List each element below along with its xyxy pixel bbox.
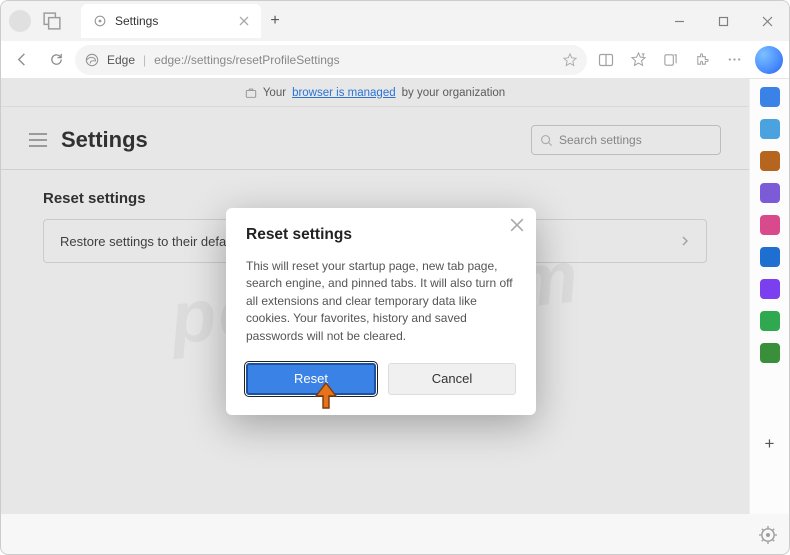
- managed-banner: Your browser is managed by your organiza…: [1, 79, 749, 107]
- tools-icon[interactable]: [760, 215, 780, 235]
- dialog-buttons: Reset Cancel: [246, 363, 516, 395]
- search-placeholder: Search settings: [559, 133, 642, 147]
- back-button[interactable]: [7, 45, 37, 75]
- reset-settings-dialog: Reset settings This will reset your star…: [226, 208, 536, 415]
- edge-icon: [85, 53, 99, 67]
- menu-button[interactable]: [719, 45, 749, 75]
- maximize-button[interactable]: [701, 1, 745, 41]
- search-settings-input[interactable]: Search settings: [531, 125, 721, 155]
- tab-actions-icon[interactable]: [43, 12, 61, 30]
- settings-header: Settings Search settings: [1, 107, 749, 169]
- chevron-right-icon: [680, 236, 690, 246]
- sidebar-add-button[interactable]: +: [765, 434, 775, 454]
- cancel-button[interactable]: Cancel: [388, 363, 516, 395]
- address-app-label: Edge: [107, 53, 135, 67]
- collections-icon[interactable]: [655, 45, 685, 75]
- drop-icon[interactable]: [760, 279, 780, 299]
- address-bar[interactable]: Edge | edge://settings/resetProfileSetti…: [75, 45, 587, 75]
- favorite-icon[interactable]: [563, 53, 577, 67]
- new-tab-button[interactable]: +: [261, 12, 289, 30]
- titlebar: Settings +: [1, 1, 789, 41]
- edge-sidebar: +: [749, 79, 789, 514]
- tab-title: Settings: [115, 14, 231, 28]
- address-path: edge://settings/resetProfileSettings: [154, 53, 555, 67]
- shopping-icon[interactable]: [760, 119, 780, 139]
- window-controls: [657, 1, 789, 41]
- search-icon[interactable]: [760, 87, 780, 107]
- close-icon[interactable]: [239, 16, 249, 26]
- managed-text-prefix: Your: [263, 87, 286, 99]
- browser-window: Settings + Edge | edge://settings/resetP…: [0, 0, 790, 555]
- refresh-button[interactable]: [41, 45, 71, 75]
- page-title: Settings: [61, 127, 148, 153]
- menu-icon[interactable]: [29, 133, 47, 147]
- browser-tab[interactable]: Settings: [81, 4, 261, 38]
- dialog-body: This will reset your startup page, new t…: [246, 258, 516, 345]
- dialog-close-button[interactable]: [510, 218, 524, 232]
- search-icon: [540, 134, 553, 147]
- split-screen-icon[interactable]: [591, 45, 621, 75]
- close-window-button[interactable]: [745, 1, 789, 41]
- image-icon[interactable]: [760, 311, 780, 331]
- address-separator: |: [143, 53, 146, 67]
- profile-avatar[interactable]: [9, 10, 31, 32]
- tree-icon[interactable]: [760, 343, 780, 363]
- toolbox-icon[interactable]: [760, 151, 780, 171]
- gear-icon: [93, 14, 107, 28]
- dialog-title: Reset settings: [246, 226, 516, 244]
- managed-text-suffix: by your organization: [402, 87, 506, 99]
- outlook-icon[interactable]: [760, 247, 780, 267]
- briefcase-icon: [245, 87, 257, 99]
- copilot-button[interactable]: [755, 46, 783, 74]
- sidebar-settings-icon[interactable]: [759, 526, 777, 544]
- managed-link[interactable]: browser is managed: [292, 87, 396, 99]
- cursor-pointer-icon: [313, 381, 339, 411]
- favorites-icon[interactable]: [623, 45, 653, 75]
- divider: [1, 169, 749, 170]
- toolbar: Edge | edge://settings/resetProfileSetti…: [1, 41, 789, 79]
- games-icon[interactable]: [760, 183, 780, 203]
- reset-button[interactable]: Reset: [246, 363, 376, 395]
- minimize-button[interactable]: [657, 1, 701, 41]
- extensions-icon[interactable]: [687, 45, 717, 75]
